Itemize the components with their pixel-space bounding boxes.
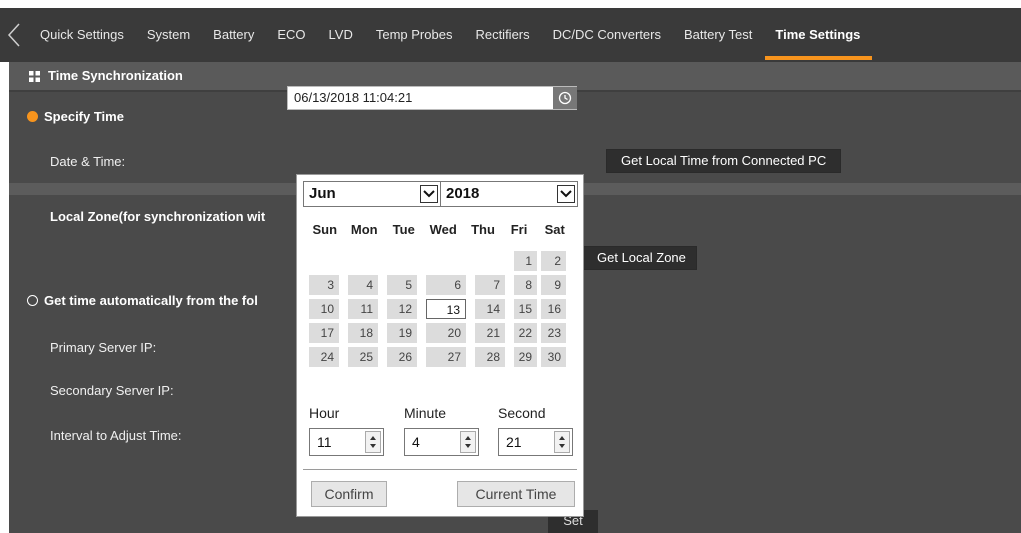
calendar-day[interactable]: 12	[387, 299, 417, 319]
tab-time-settings[interactable]: Time Settings	[765, 8, 873, 62]
calendar-day[interactable]: 18	[348, 323, 378, 343]
settings-tabs: Quick Settings System Battery ECO LVD Te…	[40, 8, 883, 62]
interval-label: Interval to Adjust Time:	[50, 428, 182, 443]
local-zone-label: Local Zone(for synchronization wit	[50, 209, 266, 224]
calendar-day[interactable]: 25	[348, 347, 378, 367]
stepper-arrows-icon[interactable]	[365, 431, 381, 453]
tab-temp-probes[interactable]: Temp Probes	[376, 8, 453, 62]
calendar-day[interactable]: 24	[309, 347, 339, 367]
hour-stepper[interactable]: 11	[309, 428, 384, 456]
weekday-label: Fri	[510, 222, 528, 237]
second-stepper[interactable]: 21	[498, 428, 573, 456]
radio-unselected-icon	[27, 295, 38, 306]
hour-label: Hour	[309, 405, 340, 421]
weekday-label: Wed	[429, 222, 457, 237]
auto-time-label: Get time automatically from the fol	[44, 293, 258, 308]
calendar-day[interactable]: 17	[309, 323, 339, 343]
divider	[303, 469, 577, 470]
weekday-label: Sun	[312, 222, 338, 237]
calendar-day[interactable]: 5	[387, 275, 417, 295]
calendar-day[interactable]: 15	[514, 299, 537, 319]
minute-stepper[interactable]: 4	[404, 428, 479, 456]
calendar-day[interactable]: 29	[514, 347, 537, 367]
weekday-label: Thu	[471, 222, 495, 237]
month-select[interactable]: Jun	[303, 181, 441, 207]
calendar-day[interactable]: 28	[475, 347, 505, 367]
calendar-day-selected[interactable]: 13	[426, 299, 466, 319]
auto-time-radio[interactable]: Get time automatically from the fol	[27, 293, 258, 308]
month-value: Jun	[309, 185, 336, 202]
weekday-label: Sat	[544, 222, 565, 237]
tab-battery[interactable]: Battery	[213, 8, 254, 62]
tab-rectifiers[interactable]: Rectifiers	[475, 8, 529, 62]
calendar-day[interactable]: 9	[541, 275, 566, 295]
weekday-header: Sun Mon Tue Wed Thu Fri Sat	[305, 222, 575, 237]
calendar-day[interactable]: 1	[514, 251, 537, 271]
weekday-label: Tue	[392, 222, 415, 237]
secondary-server-ip-label: Secondary Server IP:	[50, 383, 174, 398]
calendar-day[interactable]: 23	[541, 323, 566, 343]
tab-system[interactable]: System	[147, 8, 190, 62]
tab-eco[interactable]: ECO	[277, 8, 305, 62]
chevron-down-icon	[420, 185, 438, 203]
second-value: 21	[506, 434, 522, 450]
calendar-day[interactable]: 7	[475, 275, 505, 295]
tab-quick-settings[interactable]: Quick Settings	[40, 8, 124, 62]
calendar-day[interactable]: 8	[514, 275, 537, 295]
date-picker-popup: Jun 2018 Sun Mon Tue Wed Thu Fri Sat 123456789…	[296, 174, 584, 517]
calendar-day[interactable]: 3	[309, 275, 339, 295]
calendar-day[interactable]: 21	[475, 323, 505, 343]
calendar-day[interactable]: 4	[348, 275, 378, 295]
tab-dc-dc-converters[interactable]: DC/DC Converters	[553, 8, 661, 62]
calendar-day[interactable]: 16	[541, 299, 566, 319]
tab-battery-test[interactable]: Battery Test	[684, 8, 752, 62]
calendar-day[interactable]: 22	[514, 323, 537, 343]
top-navigation: Quick Settings System Battery ECO LVD Te…	[0, 0, 1021, 62]
calendar-day[interactable]: 10	[309, 299, 339, 319]
grid-icon	[29, 71, 40, 82]
calendar-day[interactable]: 20	[426, 323, 466, 343]
calendar-day[interactable]: 26	[387, 347, 417, 367]
get-local-time-button[interactable]: Get Local Time from Connected PC	[606, 149, 842, 173]
weekday-label: Mon	[350, 222, 378, 237]
minute-label: Minute	[404, 405, 447, 421]
stepper-arrows-icon[interactable]	[460, 431, 476, 453]
current-time-button[interactable]: Current Time	[457, 481, 575, 507]
year-value: 2018	[446, 185, 480, 202]
calendar-day[interactable]: 2	[541, 251, 566, 271]
get-local-zone-button[interactable]: Get Local Zone	[582, 246, 697, 270]
hour-value: 11	[317, 434, 332, 450]
specify-time-radio[interactable]: Specify Time	[27, 109, 124, 124]
primary-server-ip-label: Primary Server IP:	[50, 340, 157, 355]
calendar-day[interactable]: 30	[541, 347, 566, 367]
calendar-day[interactable]: 19	[387, 323, 417, 343]
calendar-day[interactable]: 11	[348, 299, 378, 319]
specify-time-label: Specify Time	[44, 109, 124, 124]
clock-icon[interactable]	[553, 87, 577, 109]
chevron-down-icon	[557, 185, 575, 203]
minute-value: 4	[412, 434, 420, 450]
calendar-day[interactable]: 27	[426, 347, 466, 367]
calendar-day[interactable]: 14	[475, 299, 505, 319]
second-label: Second	[498, 405, 546, 421]
date-time-input[interactable]: 06/13/2018 11:04:21	[287, 86, 577, 110]
stepper-arrows-icon[interactable]	[554, 431, 570, 453]
date-time-label: Date & Time:	[50, 154, 126, 169]
confirm-button[interactable]: Confirm	[311, 481, 387, 507]
back-chevron-icon[interactable]	[6, 22, 28, 50]
radio-selected-icon	[27, 111, 38, 122]
section-title: Time Synchronization	[48, 68, 183, 83]
tab-lvd[interactable]: LVD	[329, 8, 353, 62]
calendar-day[interactable]: 6	[426, 275, 466, 295]
year-select[interactable]: 2018	[440, 181, 578, 207]
